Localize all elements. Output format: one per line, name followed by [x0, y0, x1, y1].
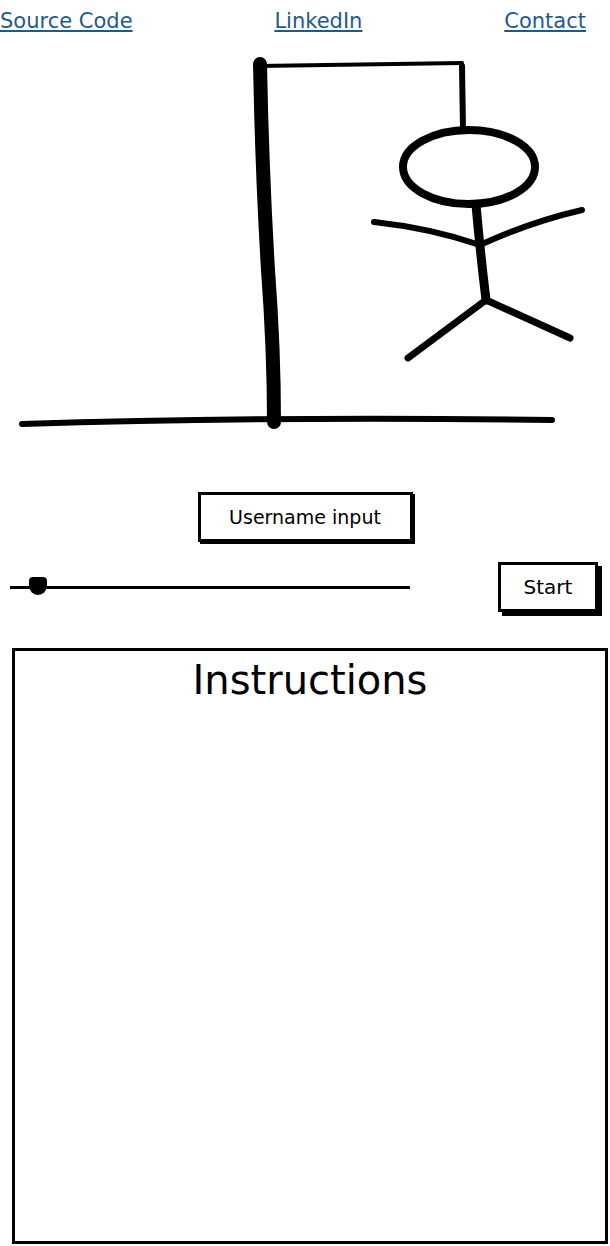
username-input[interactable]	[198, 492, 413, 542]
difficulty-slider[interactable]	[10, 586, 410, 589]
control-row: Start	[0, 562, 610, 612]
nav-link[interactable]: Contact	[504, 9, 586, 33]
hangman-icon	[0, 50, 610, 450]
nav-link[interactable]: LinkedIn	[274, 9, 362, 33]
hangman-page: Source Code LinkedIn Contact Start Instructi…	[0, 0, 610, 1246]
slider-thumb[interactable]	[29, 577, 47, 595]
start-button[interactable]: Start	[498, 562, 598, 612]
nav-link[interactable]: Source Code	[0, 9, 133, 33]
username-row	[0, 492, 610, 542]
instructions-panel: Instructions	[12, 648, 608, 1244]
top-nav: Source Code LinkedIn Contact	[0, 0, 610, 38]
instructions-title: Instructions	[193, 657, 428, 703]
